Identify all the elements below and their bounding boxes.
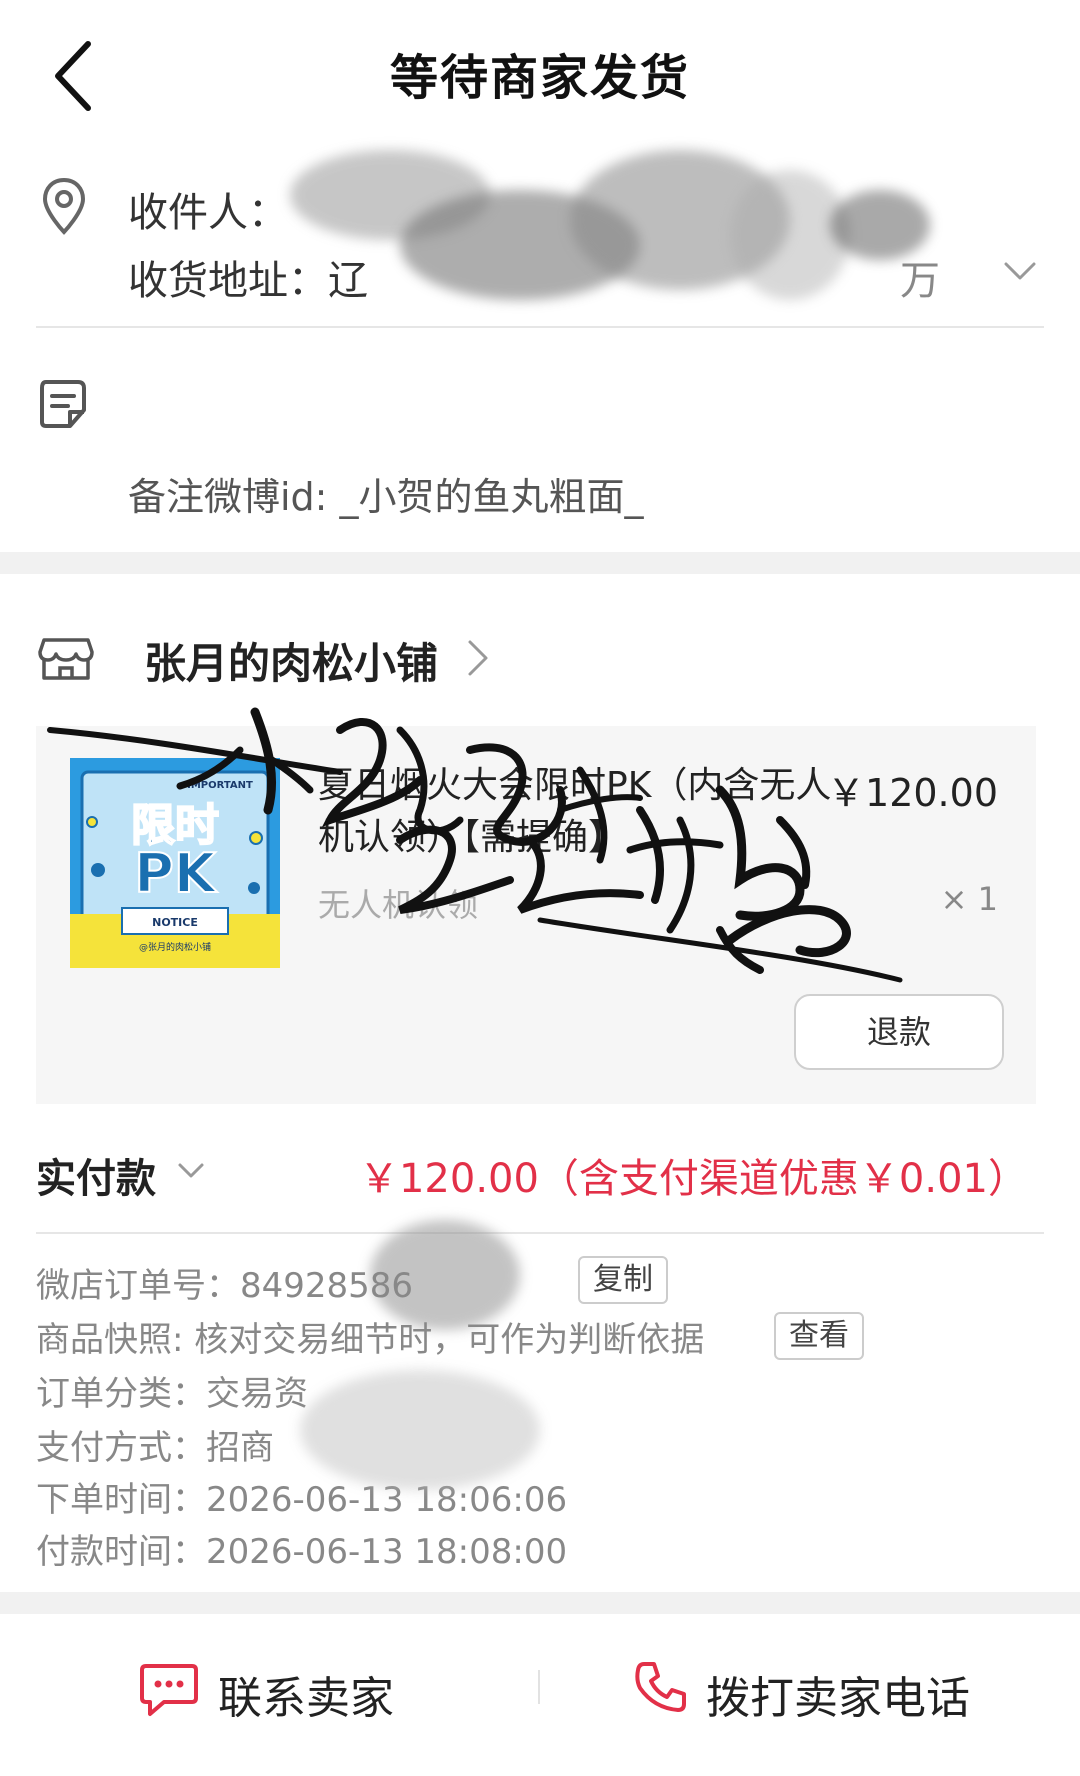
note-icon: [40, 380, 86, 428]
product-title[interactable]: 夏日烟火大会限时PK（内含无人机认领）【需提确】: [318, 760, 838, 864]
page-title: 等待商家发货: [389, 50, 690, 106]
image-top-text: IMPORTANT: [187, 780, 253, 791]
redaction-scribble: [300, 1210, 660, 1490]
order-note: 备注微博id: _小贺的鱼丸粗面_: [128, 475, 644, 519]
payment-amount: ￥120.00（含支付渠道优惠￥0.01）: [358, 1156, 1028, 1202]
product-price: ￥120.00: [827, 771, 998, 815]
recipient-label: 收件人：: [128, 190, 288, 236]
product-image-art: IMPORTANT 限时 PK NOTICE @张月的肉松小铺: [70, 758, 280, 968]
chat-bubble-icon: [140, 1664, 198, 1716]
divider: [538, 1670, 540, 1704]
shop-name[interactable]: 张月的肉松小铺: [144, 630, 438, 691]
refund-button[interactable]: 退款: [794, 994, 1004, 1070]
product-image[interactable]: IMPORTANT 限时 PK NOTICE @张月的肉松小铺: [70, 758, 280, 968]
order-number: 微店订单号：84928586: [36, 1266, 414, 1306]
divider: [36, 326, 1044, 328]
section-gap: [0, 1592, 1080, 1614]
payment-time: 付款时间：2026-06-13 18:08:00: [36, 1532, 568, 1572]
payment-label[interactable]: 实付款: [36, 1146, 156, 1204]
location-pin-icon: [42, 177, 86, 235]
shop-icon: [38, 638, 94, 680]
redaction-scribble: [290, 130, 930, 330]
payment-method: 支付方式：招商: [36, 1428, 274, 1468]
call-seller-label[interactable]: 拨打卖家电话: [706, 1662, 970, 1726]
view-snapshot-button[interactable]: 查看: [774, 1312, 864, 1360]
image-main-text-2: PK: [134, 842, 218, 905]
chevron-right-icon[interactable]: [466, 638, 490, 678]
product-spec: 无人机认领: [318, 886, 479, 924]
product-quantity: × 1: [940, 880, 998, 918]
image-credit-text: @张月的肉松小铺: [139, 941, 211, 953]
chevron-down-icon[interactable]: [176, 1160, 206, 1182]
chevron-down-icon[interactable]: [1000, 256, 1040, 286]
order-category: 订单分类：交易资: [36, 1374, 308, 1414]
section-gap: [0, 552, 1080, 574]
phone-icon: [635, 1662, 686, 1712]
contact-seller-label[interactable]: 联系卖家: [218, 1662, 394, 1726]
image-notice-text: NOTICE: [152, 916, 198, 929]
